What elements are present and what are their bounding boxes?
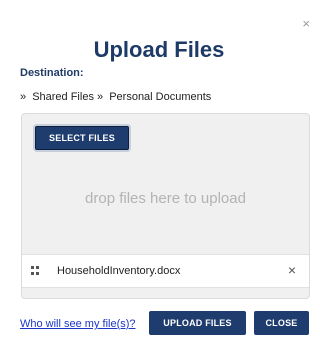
file-list-item: HouseholdInventory.docx × [22, 254, 309, 288]
breadcrumb-separator: » [97, 91, 104, 103]
file-name: HouseholdInventory.docx [57, 265, 181, 277]
remove-file-icon[interactable]: × [288, 263, 296, 277]
drop-hint-text: drop files here to upload [85, 190, 246, 207]
who-will-see-link[interactable]: Who will see my file(s)? [20, 318, 136, 330]
upload-files-button[interactable]: UPLOAD FILES [149, 311, 246, 335]
dialog-title: Upload Files [93, 37, 225, 62]
select-files-button[interactable]: SELECT FILES [35, 126, 129, 150]
breadcrumb-separator: » [20, 91, 27, 103]
upload-dialog: × Upload Files Destination: » Shared Fil… [0, 0, 318, 349]
destination-label: Destination: [20, 67, 84, 79]
breadcrumb-item-shared-files[interactable]: Shared Files [32, 91, 94, 103]
file-drop-zone[interactable]: SELECT FILES drop files here to upload H… [21, 113, 310, 299]
breadcrumb: » Shared Files » Personal Documents [20, 91, 211, 103]
breadcrumb-item-personal-documents[interactable]: Personal Documents [109, 91, 211, 103]
close-icon[interactable]: × [302, 17, 310, 30]
close-button[interactable]: CLOSE [254, 311, 309, 335]
drag-handle-icon[interactable] [31, 266, 43, 276]
